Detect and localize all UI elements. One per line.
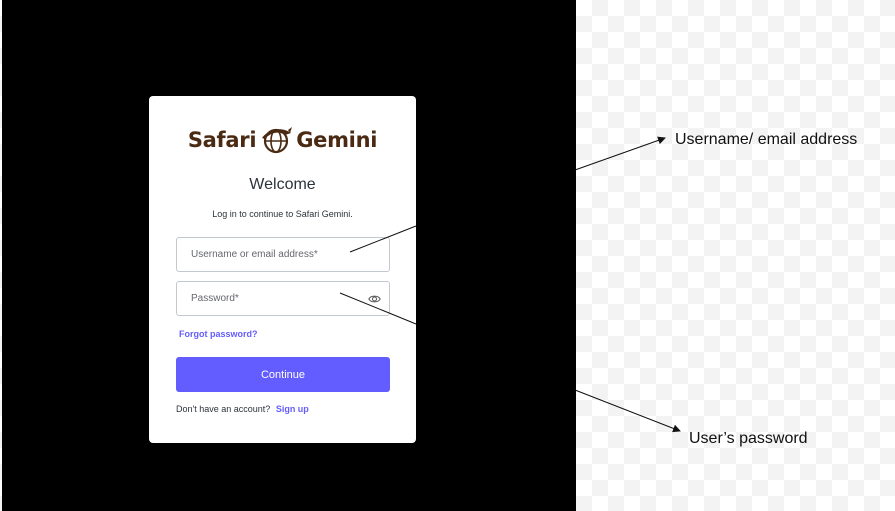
show-password-icon[interactable] bbox=[368, 293, 381, 305]
globe-mark-icon bbox=[262, 127, 293, 154]
username-annotation: Username/ email address bbox=[675, 131, 858, 148]
password-input[interactable] bbox=[177, 282, 389, 315]
brand-logo: Safari Gemini bbox=[149, 122, 416, 158]
password-field-container bbox=[176, 281, 390, 316]
logo-text-right: Gemini bbox=[296, 128, 378, 152]
password-annotation: User’s password bbox=[689, 430, 808, 447]
signup-row: Don't have an account? Sign up bbox=[176, 404, 309, 414]
login-subtitle: Log in to continue to Safari Gemini. bbox=[212, 209, 353, 219]
username-field-container bbox=[176, 237, 390, 272]
logo-text-left: Safari bbox=[187, 128, 257, 152]
no-account-text: Don't have an account? bbox=[176, 404, 271, 414]
login-card: Safari Gemini Welcome Log in to continue… bbox=[149, 96, 416, 443]
forgot-password-link[interactable]: Forgot password? bbox=[179, 329, 258, 339]
password-arrow bbox=[574, 389, 681, 433]
page-title: Welcome bbox=[249, 176, 316, 193]
username-input[interactable] bbox=[177, 238, 389, 271]
username-arrow bbox=[574, 136, 666, 171]
signup-link[interactable]: Sign up bbox=[276, 404, 309, 414]
continue-button[interactable]: Continue bbox=[176, 357, 390, 392]
